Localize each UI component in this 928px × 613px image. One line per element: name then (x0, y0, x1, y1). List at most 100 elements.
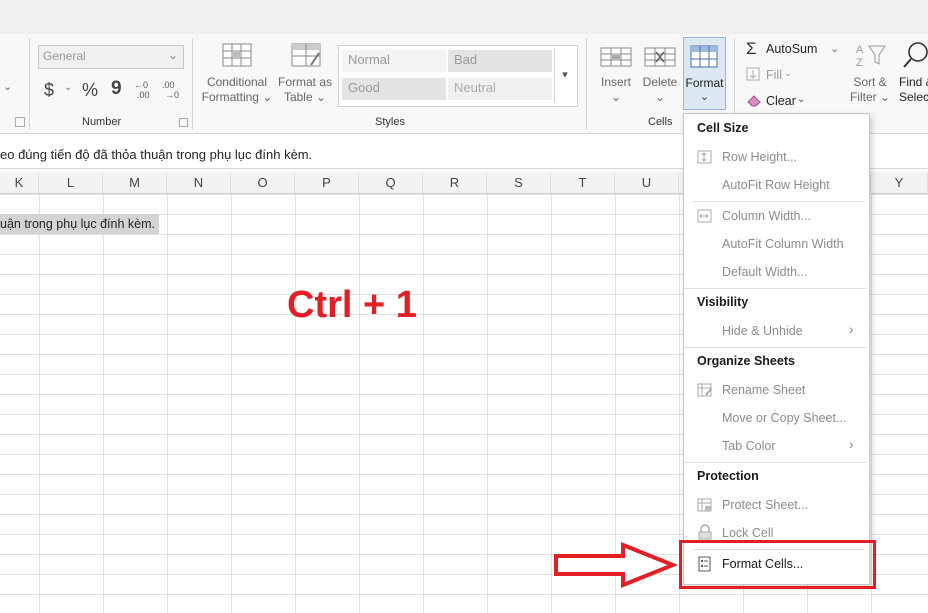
menu-item-protect-sheet[interactable]: Protect Sheet... (722, 498, 808, 512)
number-format-combo[interactable]: General ⌄ (38, 45, 184, 69)
increase-decimal-icon[interactable]: ←0 .00 (134, 79, 156, 99)
dialog-launcher-icon[interactable] (15, 117, 25, 127)
format-label: Format (685, 76, 724, 90)
chevron-down-icon: ⌄ (879, 90, 891, 104)
fill-icon (746, 67, 760, 81)
ribbon-separator (586, 38, 587, 130)
chevron-down-icon: ⌄ (699, 91, 710, 103)
autosum-button[interactable]: AutoSum (766, 42, 817, 56)
dialog-launcher-icon[interactable] (179, 118, 188, 127)
menu-item-default-width[interactable]: Default Width... (722, 265, 807, 279)
sort-filter-line1: Sort & (853, 75, 887, 89)
chevron-down-icon: ⌄ (610, 90, 622, 104)
column-header[interactable]: U (615, 172, 679, 194)
chevron-down-icon: ⌄ (315, 90, 327, 104)
svg-text:A: A (856, 44, 864, 56)
menu-divider (684, 288, 867, 289)
number-format-value: General (43, 49, 86, 63)
style-neutral[interactable]: Neutral (448, 78, 552, 100)
sort-filter-icon: A Z (856, 44, 886, 68)
conditional-formatting-button[interactable]: Conditional Formatting ⌄ (200, 75, 274, 105)
column-width-icon (697, 209, 712, 223)
insert-button[interactable]: Insert ⌄ (595, 75, 637, 105)
style-good[interactable]: Good (342, 78, 446, 100)
column-header[interactable]: S (487, 172, 551, 194)
column-header[interactable]: N (167, 172, 231, 194)
format-button[interactable]: Format ⌄ (683, 37, 726, 110)
style-normal[interactable]: Normal (342, 50, 446, 72)
shortcut-annotation: Ctrl + 1 (287, 284, 417, 326)
menu-item-lock-cell[interactable]: Lock Cell (722, 526, 773, 540)
chevron-right-icon: › (849, 321, 854, 337)
sort-filter-line2: Filter (849, 90, 877, 104)
column-header[interactable]: L (39, 172, 103, 194)
lock-icon (698, 524, 712, 540)
format-as-table-line1: Format as (277, 75, 332, 89)
delete-label: Delete (642, 75, 678, 89)
column-header[interactable]: T (551, 172, 615, 194)
percent-button[interactable]: % (82, 80, 98, 101)
svg-text:←0: ←0 (134, 80, 148, 90)
column-header[interactable]: K (0, 172, 39, 194)
eraser-icon (747, 95, 761, 107)
selected-cell-text[interactable]: uận trong phụ lục đính kèm. (0, 214, 159, 234)
menu-item-hide-unhide[interactable]: Hide & Unhide (722, 324, 803, 338)
search-icon (903, 42, 928, 68)
conditional-formatting-line1: Conditional (206, 75, 268, 89)
menu-header-protection: Protection (697, 469, 759, 483)
protect-sheet-icon (697, 498, 712, 512)
cells-group-label: Cells (648, 116, 673, 128)
chevron-down-icon: ⌄ (262, 90, 273, 104)
column-header[interactable]: P (295, 172, 359, 194)
chevron-down-icon[interactable]: ⌄ (3, 80, 12, 93)
menu-item-row-height[interactable]: Row Height... (722, 150, 797, 164)
chevron-right-icon: › (849, 436, 854, 452)
svg-text:.00: .00 (137, 90, 150, 99)
format-as-table-line2: Table (283, 90, 313, 104)
fill-button[interactable]: Fill (766, 68, 782, 82)
style-bad[interactable]: Bad (448, 50, 552, 72)
format-as-table-button[interactable]: Format as Table ⌄ (272, 75, 338, 105)
menu-item-autofit-column-width[interactable]: AutoFit Column Width (722, 237, 844, 251)
conditional-formatting-line2: Formatting (201, 90, 259, 104)
chevron-down-icon: ⌄ (797, 94, 806, 105)
svg-text:.00: .00 (162, 80, 175, 90)
chevron-down-icon[interactable]: ⌄ (830, 42, 839, 55)
currency-button[interactable]: $ (44, 80, 54, 101)
svg-text:→0: →0 (165, 90, 179, 99)
find-select-line1: Find & (899, 75, 928, 89)
menu-header-cell-size: Cell Size (697, 121, 749, 135)
title-bar (0, 0, 928, 34)
column-header[interactable]: Q (359, 172, 423, 194)
row-height-icon (697, 150, 712, 164)
highlight-box (679, 540, 876, 589)
delete-button[interactable]: Delete ⌄ (639, 75, 681, 105)
menu-item-rename-sheet[interactable]: Rename Sheet (722, 383, 805, 397)
rename-sheet-icon (697, 383, 712, 397)
conditional-formatting-icon (222, 43, 252, 67)
formula-bar-text: eo đúng tiến độ đã thỏa thuận trong phụ … (0, 147, 313, 162)
column-header[interactable]: R (423, 172, 487, 194)
styles-group-label: Styles (375, 116, 405, 128)
column-header[interactable]: O (231, 172, 295, 194)
insert-cells-icon (600, 47, 632, 67)
menu-item-move-copy-sheet[interactable]: Move or Copy Sheet... (722, 411, 846, 425)
column-header[interactable]: Y (871, 172, 928, 194)
clear-button[interactable]: Clear (766, 94, 796, 108)
find-select-button[interactable]: Find & Select (899, 75, 928, 105)
chevron-down-icon[interactable]: ⌄ (64, 82, 72, 93)
gallery-more-button[interactable]: ▾ (554, 48, 575, 102)
comma-style-button[interactable]: 9 (111, 78, 122, 100)
chevron-down-icon: ⌄ (167, 48, 178, 62)
ribbon-separator (29, 38, 30, 130)
delete-cells-icon (644, 47, 676, 67)
menu-item-column-width[interactable]: Column Width... (722, 209, 811, 223)
column-header[interactable]: M (103, 172, 167, 194)
ribbon-separator (192, 38, 193, 130)
sort-filter-button[interactable]: Sort & Filter ⌄ (848, 75, 892, 105)
format-cells-icon (690, 45, 718, 68)
menu-item-tab-color[interactable]: Tab Color (722, 439, 776, 453)
decrease-decimal-icon[interactable]: .00 →0 (162, 79, 184, 99)
number-group-label: Number (82, 116, 122, 128)
menu-item-autofit-row-height[interactable]: AutoFit Row Height (722, 178, 830, 192)
